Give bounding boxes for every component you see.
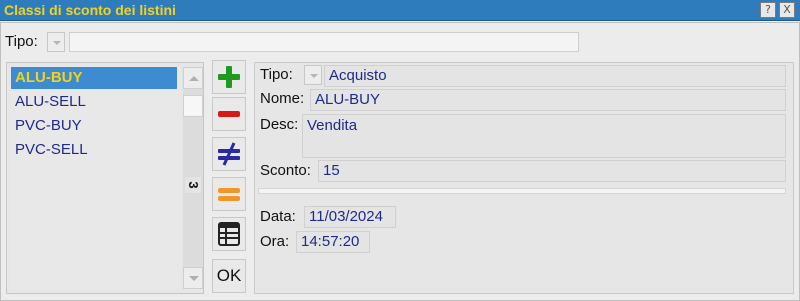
detail-nome-label: Nome: xyxy=(260,90,305,107)
ok-button[interactable]: OK xyxy=(212,259,246,293)
detail-sconto-label: Sconto: xyxy=(260,162,311,179)
detail-tipo-input[interactable]: Acquisto xyxy=(324,65,786,87)
equal-button[interactable] xyxy=(212,177,246,211)
detail-desc-textarea[interactable]: Vendita xyxy=(302,114,786,158)
detail-ora-value: 14:57:20 xyxy=(296,231,370,253)
detail-data-label: Data: xyxy=(260,208,296,225)
minus-icon xyxy=(218,111,240,117)
detail-sconto-input[interactable]: 15 xyxy=(318,160,786,182)
filter-tipo-input[interactable] xyxy=(69,32,579,52)
ok-label: OK xyxy=(216,266,242,285)
filter-tipo-label: Tipo: xyxy=(5,33,38,50)
scroll-down-icon[interactable] xyxy=(183,267,203,289)
not-equal-icon xyxy=(218,142,240,166)
add-button[interactable] xyxy=(212,60,246,94)
row-count: 3 xyxy=(185,177,201,193)
list-panel: ALU-BUY ALU-SELL PVC-BUY PVC-SELL 3 xyxy=(6,62,204,294)
list-item[interactable]: ALU-SELL xyxy=(11,91,177,113)
table-icon xyxy=(218,222,240,246)
close-button[interactable]: X xyxy=(779,2,795,18)
detail-data-value: 11/03/2024 xyxy=(304,206,396,228)
scroll-up-icon[interactable] xyxy=(183,67,203,89)
detail-tipo-label: Tipo: xyxy=(260,66,293,83)
plus-icon xyxy=(218,66,240,88)
list-item[interactable]: PVC-BUY xyxy=(11,115,177,137)
table-view-button[interactable] xyxy=(212,217,246,251)
list-item[interactable]: ALU-BUY xyxy=(11,67,177,89)
list-scrollbar[interactable]: 3 xyxy=(183,67,203,289)
list-item[interactable]: PVC-SELL xyxy=(11,139,177,161)
help-button[interactable]: ? xyxy=(760,2,776,18)
filter-tipo-dropdown-button[interactable] xyxy=(47,32,65,52)
window-title: Classi di sconto dei listini xyxy=(4,2,176,18)
separator xyxy=(258,188,786,194)
not-equal-button[interactable] xyxy=(212,137,246,171)
classes-list[interactable]: ALU-BUY ALU-SELL PVC-BUY PVC-SELL xyxy=(11,67,181,289)
title-bar[interactable]: Classi di sconto dei listini ? X xyxy=(0,0,800,21)
detail-nome-input[interactable]: ALU-BUY xyxy=(310,89,786,111)
delete-button[interactable] xyxy=(212,97,246,131)
detail-desc-label: Desc: xyxy=(260,116,299,133)
detail-tipo-dropdown-button[interactable] xyxy=(304,65,322,85)
scroll-thumb[interactable] xyxy=(183,95,203,117)
dialog-window: Classi di sconto dei listini ? X Tipo: A… xyxy=(0,0,800,301)
detail-ora-label: Ora: xyxy=(260,233,290,250)
equal-icon xyxy=(218,188,240,201)
